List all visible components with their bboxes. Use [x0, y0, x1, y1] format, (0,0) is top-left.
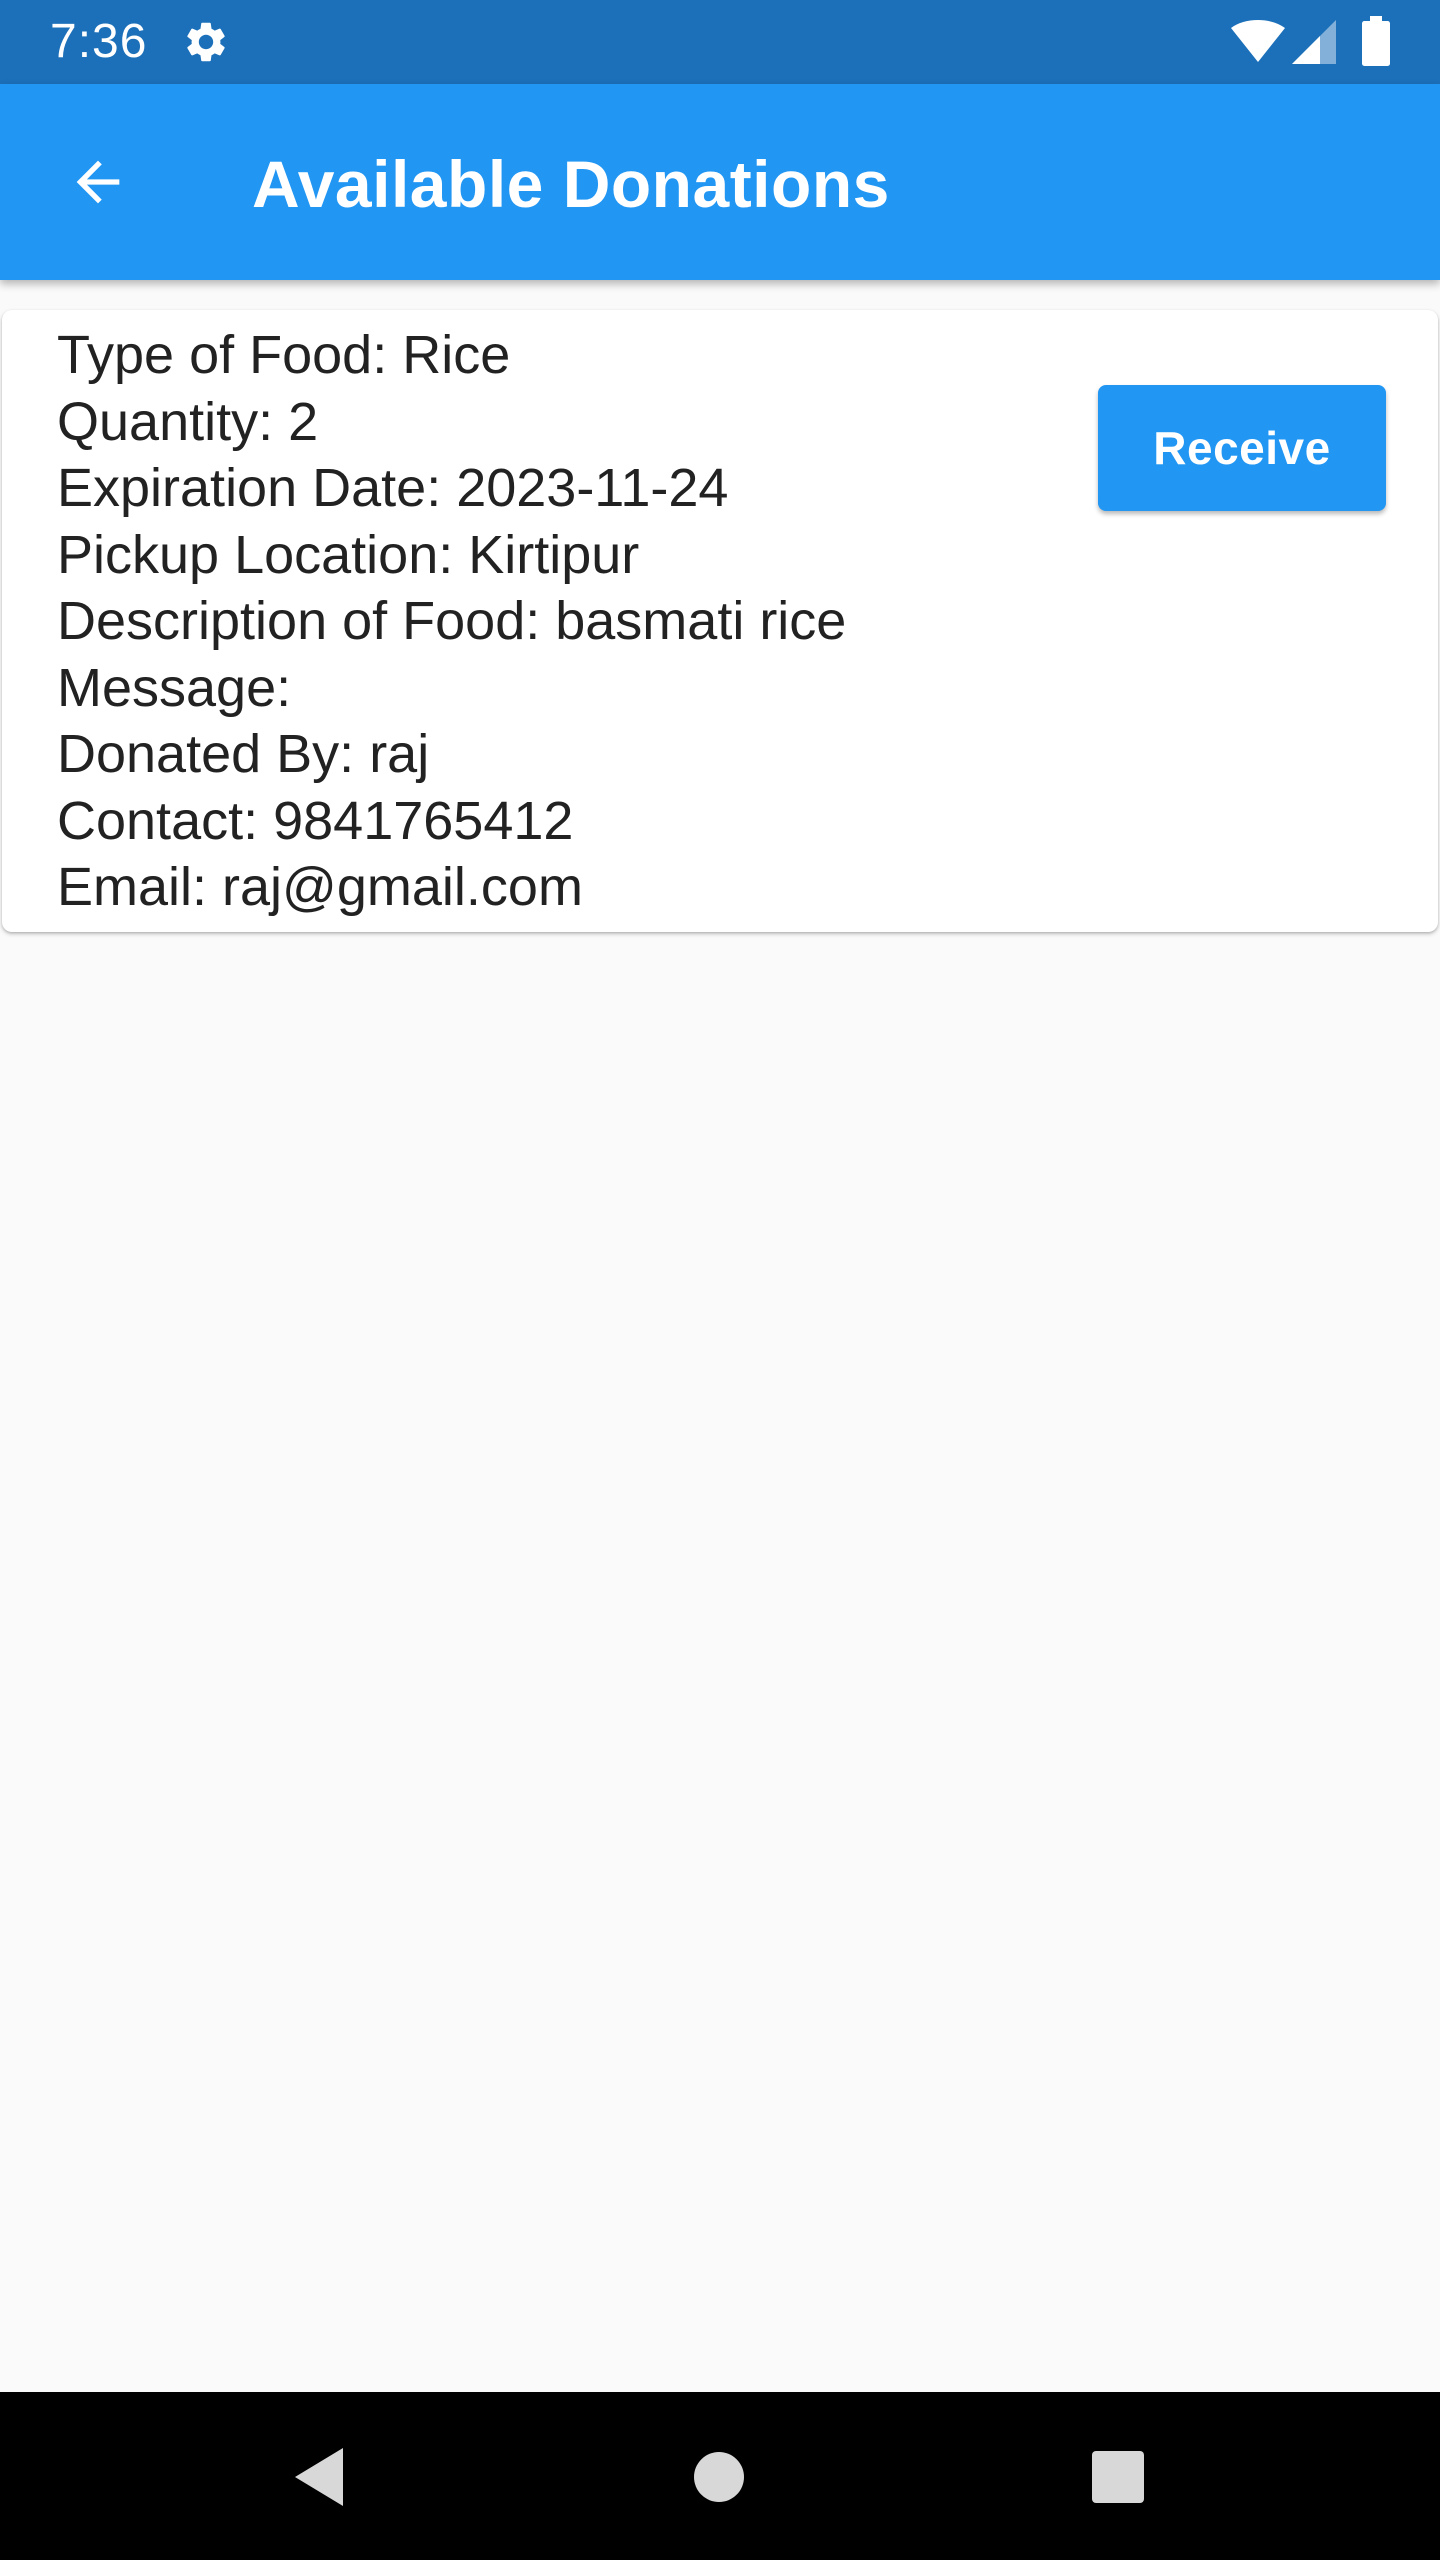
nav-recents-button[interactable]: [1073, 2432, 1163, 2522]
contact-text: Contact: 9841765412: [57, 790, 574, 851]
nav-recents-icon: [1092, 2451, 1144, 2503]
nav-home-button[interactable]: [674, 2432, 764, 2522]
donated-by-text: Donated By: raj: [57, 724, 430, 784]
nav-back-button[interactable]: [274, 2432, 364, 2522]
donation-card: Type of Food: Rice Quantity: 2 Expiratio…: [2, 310, 1438, 932]
gear-icon: [187, 22, 225, 62]
type-of-food-text: Type of Food: Rice: [57, 325, 511, 385]
navigation-bar: [0, 2392, 1440, 2560]
wifi-icon: [1231, 20, 1285, 62]
nav-back-icon: [295, 2448, 343, 2506]
expiration-date-text: Expiration Date: 2023-11-24: [57, 458, 729, 518]
screen: 7:36 Available Donations Type of Food: R…: [0, 0, 1440, 2560]
nav-home-icon: [694, 2452, 744, 2502]
pickup-location-text: Pickup Location: Kirtipur: [57, 524, 640, 585]
email-text: Email: raj@gmail.com: [57, 857, 583, 917]
status-time: 7:36: [50, 15, 148, 68]
message-text: Message:: [57, 657, 292, 718]
quantity-text: Quantity: 2: [57, 391, 319, 452]
description-text: Description of Food: basmati rice: [57, 591, 847, 651]
back-button[interactable]: [50, 134, 146, 230]
arrow-back-icon: [76, 160, 120, 204]
status-bar: 7:36: [0, 0, 1440, 84]
battery-icon: [1362, 16, 1390, 66]
app-bar: Available Donations: [0, 84, 1440, 280]
signal-icon: [1292, 20, 1336, 64]
donation-details: Type of Food: Rice Quantity: 2 Expiratio…: [57, 322, 1057, 921]
receive-button[interactable]: Receive: [1098, 385, 1386, 511]
page-title: Available Donations: [252, 147, 890, 221]
